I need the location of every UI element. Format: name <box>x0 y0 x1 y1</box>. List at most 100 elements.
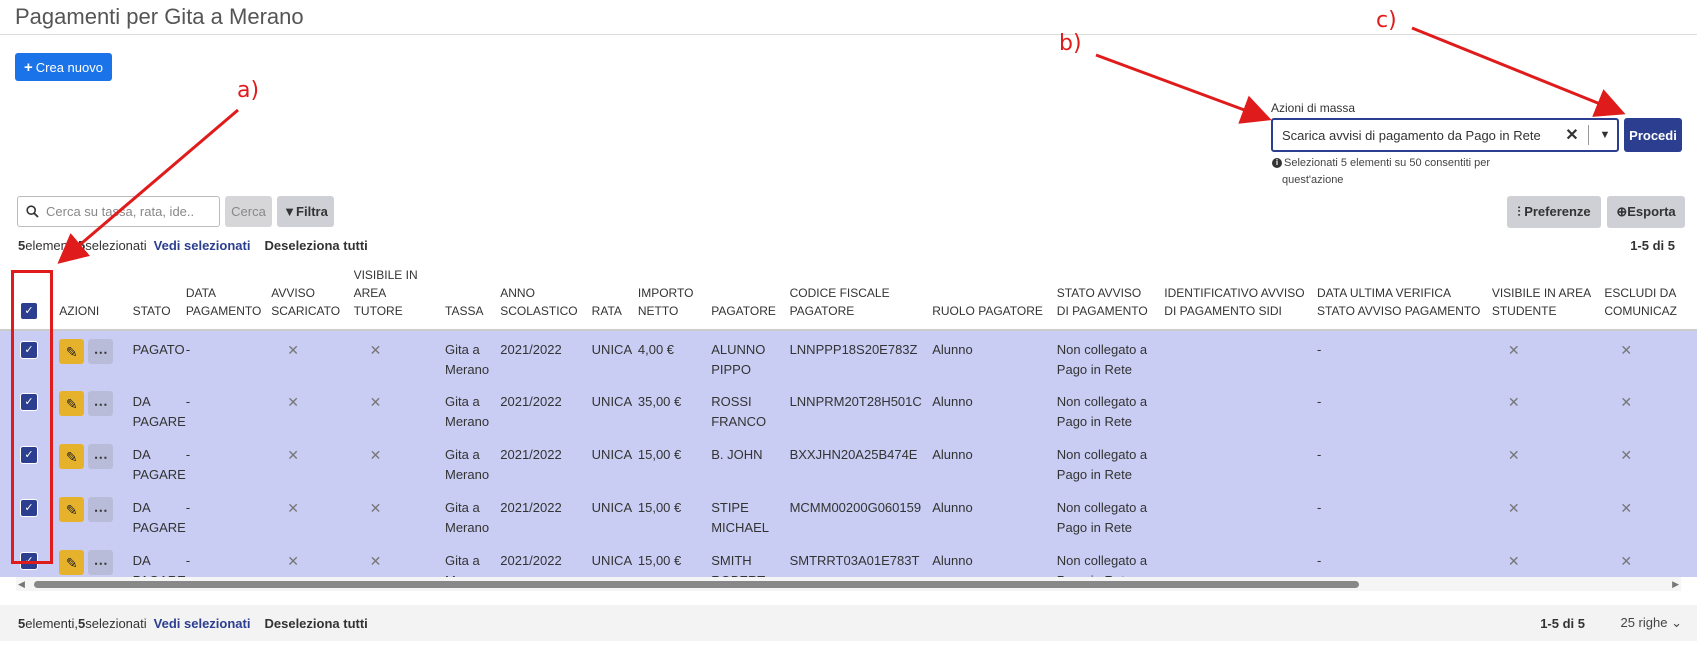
annotation-arrow-b <box>1095 53 1272 124</box>
col-header[interactable]: TASSA <box>440 259 496 331</box>
view-selected-link[interactable]: Vedi selezionati <box>154 616 251 631</box>
pencil-icon[interactable]: ✎ <box>59 550 85 575</box>
cross-icon: ✕ <box>1620 553 1633 569</box>
table-row: ✓ ✎ ⋯ PAGATO - ✕ ✕ Gita a Merano 2021/2022 UNICA 4… <box>0 330 1697 383</box>
bool-cell: ✕ <box>348 330 440 383</box>
more-icon[interactable]: ⋯ <box>88 339 114 364</box>
pencil-icon[interactable]: ✎ <box>59 339 85 364</box>
col-header[interactable]: ESCLUDI DA COMUNICAZ <box>1599 259 1697 331</box>
pencil-icon[interactable]: ✎ <box>59 444 85 469</box>
row-actions: ✎ ⋯ <box>54 330 128 383</box>
cell-importo: 15,00 € <box>632 436 707 489</box>
selected-count: 5 <box>77 615 86 631</box>
cross-icon: ✕ <box>1620 447 1633 463</box>
cell-tassa: Gita a Merano <box>440 489 496 542</box>
bool-cell: ✕ <box>1599 383 1697 436</box>
col-header[interactable]: IMPORTO NETTO <box>632 259 707 331</box>
col-header[interactable]: RATA <box>586 259 633 331</box>
cell-importo: 15,00 € <box>632 542 707 577</box>
col-header[interactable]: VISIBILE IN AREA TUTORE <box>348 259 440 331</box>
bool-cell: ✕ <box>1599 542 1697 577</box>
chevron-down-icon[interactable]: ▼ <box>1593 129 1617 141</box>
view-selected-link[interactable]: Vedi selezionati <box>154 238 251 253</box>
more-icon[interactable]: ⋯ <box>88 444 114 469</box>
more-icon[interactable]: ⋯ <box>88 550 114 575</box>
scrollbar-thumb[interactable] <box>34 581 1359 588</box>
search-field[interactable] <box>17 196 220 227</box>
scroll-left-icon[interactable]: ◀ <box>18 579 25 590</box>
cell-pagatore: SMITH ROBERT <box>706 542 785 577</box>
annotation-label-a: a) <box>237 78 260 103</box>
cell-data_verifica: - <box>1312 542 1487 577</box>
cell-pagatore: STIPE MICHAEL <box>706 489 785 542</box>
cell-id_sidi <box>1159 330 1312 383</box>
col-header[interactable]: VISIBILE IN AREA STUDENTE <box>1486 259 1600 331</box>
bool-cell: ✕ <box>1599 330 1697 383</box>
bool-cell: ✕ <box>266 542 349 577</box>
cell-data: - <box>180 542 267 577</box>
col-header[interactable]: DATA PAGAMENTO <box>180 259 267 331</box>
col-header[interactable]: STATO AVVISO DI PAGAMENTO <box>1051 259 1160 331</box>
cross-icon: ✕ <box>1507 447 1520 463</box>
title-divider <box>0 34 1697 35</box>
col-header[interactable]: RUOLO PAGATORE <box>927 259 1052 331</box>
mass-actions-select[interactable]: Scarica avvisi di pagamento da Pago in R… <box>1271 118 1619 152</box>
scroll-right-icon[interactable]: ▶ <box>1672 579 1679 590</box>
cell-stato_avviso: Non collegato a Pago in Rete <box>1051 330 1160 383</box>
mass-actions-note: i Selezionati 5 elementi su 50 consentiti… <box>1272 155 1552 189</box>
note-line-1: Selezionati 5 elementi su 50 consentiti … <box>1284 157 1491 169</box>
cross-icon: ✕ <box>369 553 382 569</box>
col-header[interactable]: ANNO SCOLASTICO <box>495 259 587 331</box>
cell-stato_avviso: Non collegato a Pago in Rete <box>1051 489 1160 542</box>
row-actions: ✎ ⋯ <box>54 436 128 489</box>
rows-per-page-select[interactable]: 25 righe ⌄ <box>1620 615 1682 631</box>
more-icon[interactable]: ⋯ <box>88 391 114 416</box>
cross-icon: ✕ <box>369 447 382 463</box>
table-row: ✓✎⋯DA PAGARE-✕✕Gita a Merano2021/2022UNI… <box>0 489 1697 542</box>
pager-info: 1-5 di 5 <box>1630 237 1675 253</box>
bool-cell: ✕ <box>348 436 440 489</box>
preferences-button[interactable]: ⫶ Preferenze <box>1507 196 1601 228</box>
cell-anno: 2021/2022 <box>495 489 587 542</box>
cell-data: - <box>180 383 267 436</box>
cell-pagatore: B. JOHN <box>706 436 785 489</box>
cell-data_verifica: - <box>1312 383 1487 436</box>
procedi-button[interactable]: Procedi <box>1624 118 1682 152</box>
export-button[interactable]: ⊕Esporta <box>1607 196 1685 228</box>
selection-bar-bottom: 5 elementi, 5 selezionati Vedi seleziona… <box>0 605 1697 641</box>
pencil-icon[interactable]: ✎ <box>59 497 85 522</box>
count: 5 <box>18 237 26 253</box>
col-header[interactable]: CODICE FISCALE PAGATORE <box>784 259 928 331</box>
cell-anno: 2021/2022 <box>495 330 587 383</box>
col-header[interactable]: STATO <box>127 259 181 331</box>
search-input[interactable] <box>46 204 206 219</box>
table-header-row: ✓ AZIONI STATO DATA PAGAMENTO AVVISO SCA… <box>0 259 1697 331</box>
row-actions: ✎ ⋯ <box>54 383 128 436</box>
page-title: Pagamenti per Gita a Merano <box>15 4 304 29</box>
cell-tassa: Gita a Merano <box>440 542 496 577</box>
cell-id_sidi <box>1159 383 1312 436</box>
cell-importo: 4,00 € <box>632 330 707 383</box>
cell-id_sidi <box>1159 489 1312 542</box>
col-header[interactable]: AVVISO SCARICATO <box>266 259 349 331</box>
cell-stato_avviso: Non collegato a Pago in Rete <box>1051 436 1160 489</box>
clear-icon[interactable]: ✕ <box>1560 125 1584 145</box>
more-icon[interactable]: ⋯ <box>88 497 114 522</box>
bool-cell: ✕ <box>266 489 349 542</box>
col-header[interactable]: PAGATORE <box>706 259 785 331</box>
filter-button[interactable]: ▼Filtra <box>277 196 334 227</box>
cell-anno: 2021/2022 <box>495 436 587 489</box>
search-button[interactable]: Cerca <box>225 196 272 227</box>
col-header[interactable]: DATA ULTIMA VERIFICA STATO AVVISO PAGAME… <box>1312 259 1487 331</box>
deselect-all-link[interactable]: Deseleziona tutti <box>264 238 367 253</box>
cross-icon: ✕ <box>369 342 382 358</box>
bool-cell: ✕ <box>1486 383 1600 436</box>
selected-text: selezionati <box>85 615 147 631</box>
col-header[interactable]: IDENTIFICATIVO AVVISO DI PAGAMENTO SIDI <box>1159 259 1312 331</box>
pencil-icon[interactable]: ✎ <box>59 391 85 416</box>
deselect-all-link[interactable]: Deseleziona tutti <box>264 616 367 631</box>
horizontal-scrollbar[interactable]: ◀ ▶ <box>16 577 1681 591</box>
cell-rata: UNICA <box>586 436 633 489</box>
note-line-2: quest'azione <box>1282 174 1344 186</box>
create-new-button[interactable]: + Crea nuovo <box>15 53 112 81</box>
